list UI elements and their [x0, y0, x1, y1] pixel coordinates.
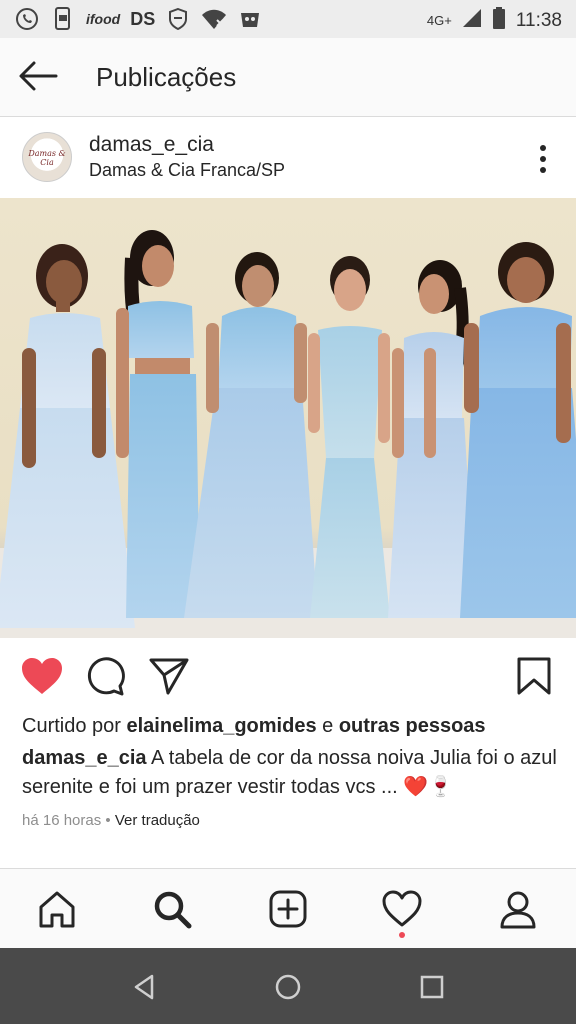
- likes-prefix: Curtido por: [22, 715, 121, 737]
- person-6: [460, 242, 576, 618]
- back-triangle-icon: [134, 974, 154, 1000]
- activity-notification-dot: [399, 932, 405, 938]
- caption-username[interactable]: damas_e_cia: [22, 747, 147, 769]
- person-5: [388, 260, 476, 618]
- clock: 11:38: [515, 9, 562, 31]
- like-button[interactable]: [20, 656, 64, 701]
- person-2: [116, 230, 200, 618]
- post-actions: [0, 648, 576, 708]
- meta-separator: •: [105, 812, 111, 829]
- app-header: Publicações: [0, 38, 576, 117]
- share-button[interactable]: [148, 656, 190, 701]
- network-type: 4G+: [426, 13, 452, 28]
- system-status: 4G+ 11:38: [427, 6, 562, 35]
- tab-profile[interactable]: [496, 887, 540, 931]
- status-bar: ifood DS 4G+ 11:38: [0, 0, 576, 38]
- phone-message-icon: [50, 6, 76, 32]
- nav-home-button[interactable]: [273, 972, 303, 1002]
- new-post-icon: [269, 890, 307, 928]
- person-4: [308, 256, 390, 618]
- home-icon: [39, 891, 75, 928]
- post-username[interactable]: damas_e_cia: [89, 133, 214, 157]
- tab-activity[interactable]: [380, 887, 424, 931]
- more-options-button[interactable]: [538, 144, 548, 174]
- tab-search[interactable]: [150, 887, 194, 931]
- liked-by-user[interactable]: elainelima_gomides: [127, 715, 317, 737]
- notification-icons: ifood DS: [14, 6, 263, 32]
- bookmark-icon: [517, 657, 551, 695]
- heart-filled-icon: [22, 658, 62, 694]
- likes-line: Curtido por elainelima_gomides e outras …: [22, 715, 486, 738]
- likes-others[interactable]: outras pessoas: [339, 715, 486, 737]
- profile-icon: [500, 891, 536, 929]
- nav-recents-button[interactable]: [417, 972, 447, 1002]
- person-1: [0, 244, 135, 628]
- whatsapp-icon: [14, 6, 40, 32]
- signal-icon: [462, 8, 482, 33]
- avatar-logo: Damas & Cia: [28, 149, 66, 167]
- recents-square-icon: [420, 975, 444, 999]
- bottom-tab-bar: [0, 868, 576, 949]
- paper-plane-icon: [149, 658, 189, 695]
- save-button[interactable]: [516, 656, 552, 701]
- nav-back-button[interactable]: [130, 972, 160, 1002]
- post-photo[interactable]: [0, 198, 576, 638]
- post-meta: há 16 horas • Ver tradução: [22, 812, 200, 829]
- shield-icon: [165, 6, 191, 32]
- post-location[interactable]: Damas & Cia Franca/SP: [89, 160, 285, 181]
- post-time: há 16 horas: [22, 812, 102, 829]
- back-arrow-icon: [19, 61, 58, 91]
- system-nav-bar: [0, 948, 576, 1024]
- comment-icon: [87, 657, 125, 696]
- comment-button[interactable]: [86, 656, 126, 701]
- wifi-off-icon: [201, 6, 227, 32]
- photo-illustration: [0, 230, 576, 638]
- tab-new-post[interactable]: [266, 887, 310, 931]
- ifood-icon: ifood: [86, 11, 121, 27]
- likes-and: e: [322, 715, 334, 737]
- back-button[interactable]: [16, 58, 60, 94]
- search-icon: [154, 891, 192, 929]
- tab-home[interactable]: [35, 887, 79, 931]
- person-3: [184, 252, 318, 618]
- post-header: Damas & Cia damas_e_cia Damas & Cia Fran…: [0, 118, 576, 198]
- battery-icon: [492, 6, 506, 35]
- page-title: Publicações: [96, 62, 237, 92]
- more-vertical-icon: [540, 145, 546, 173]
- ds-icon: DS: [130, 8, 156, 29]
- home-circle-icon: [275, 974, 301, 1000]
- gamepad-icon: [237, 6, 263, 32]
- post-caption: damas_e_cia A tabela de cor da nossa noi…: [22, 744, 562, 802]
- translate-link[interactable]: Ver tradução: [115, 812, 200, 829]
- activity-icon: [382, 890, 422, 927]
- avatar[interactable]: Damas & Cia: [22, 132, 72, 182]
